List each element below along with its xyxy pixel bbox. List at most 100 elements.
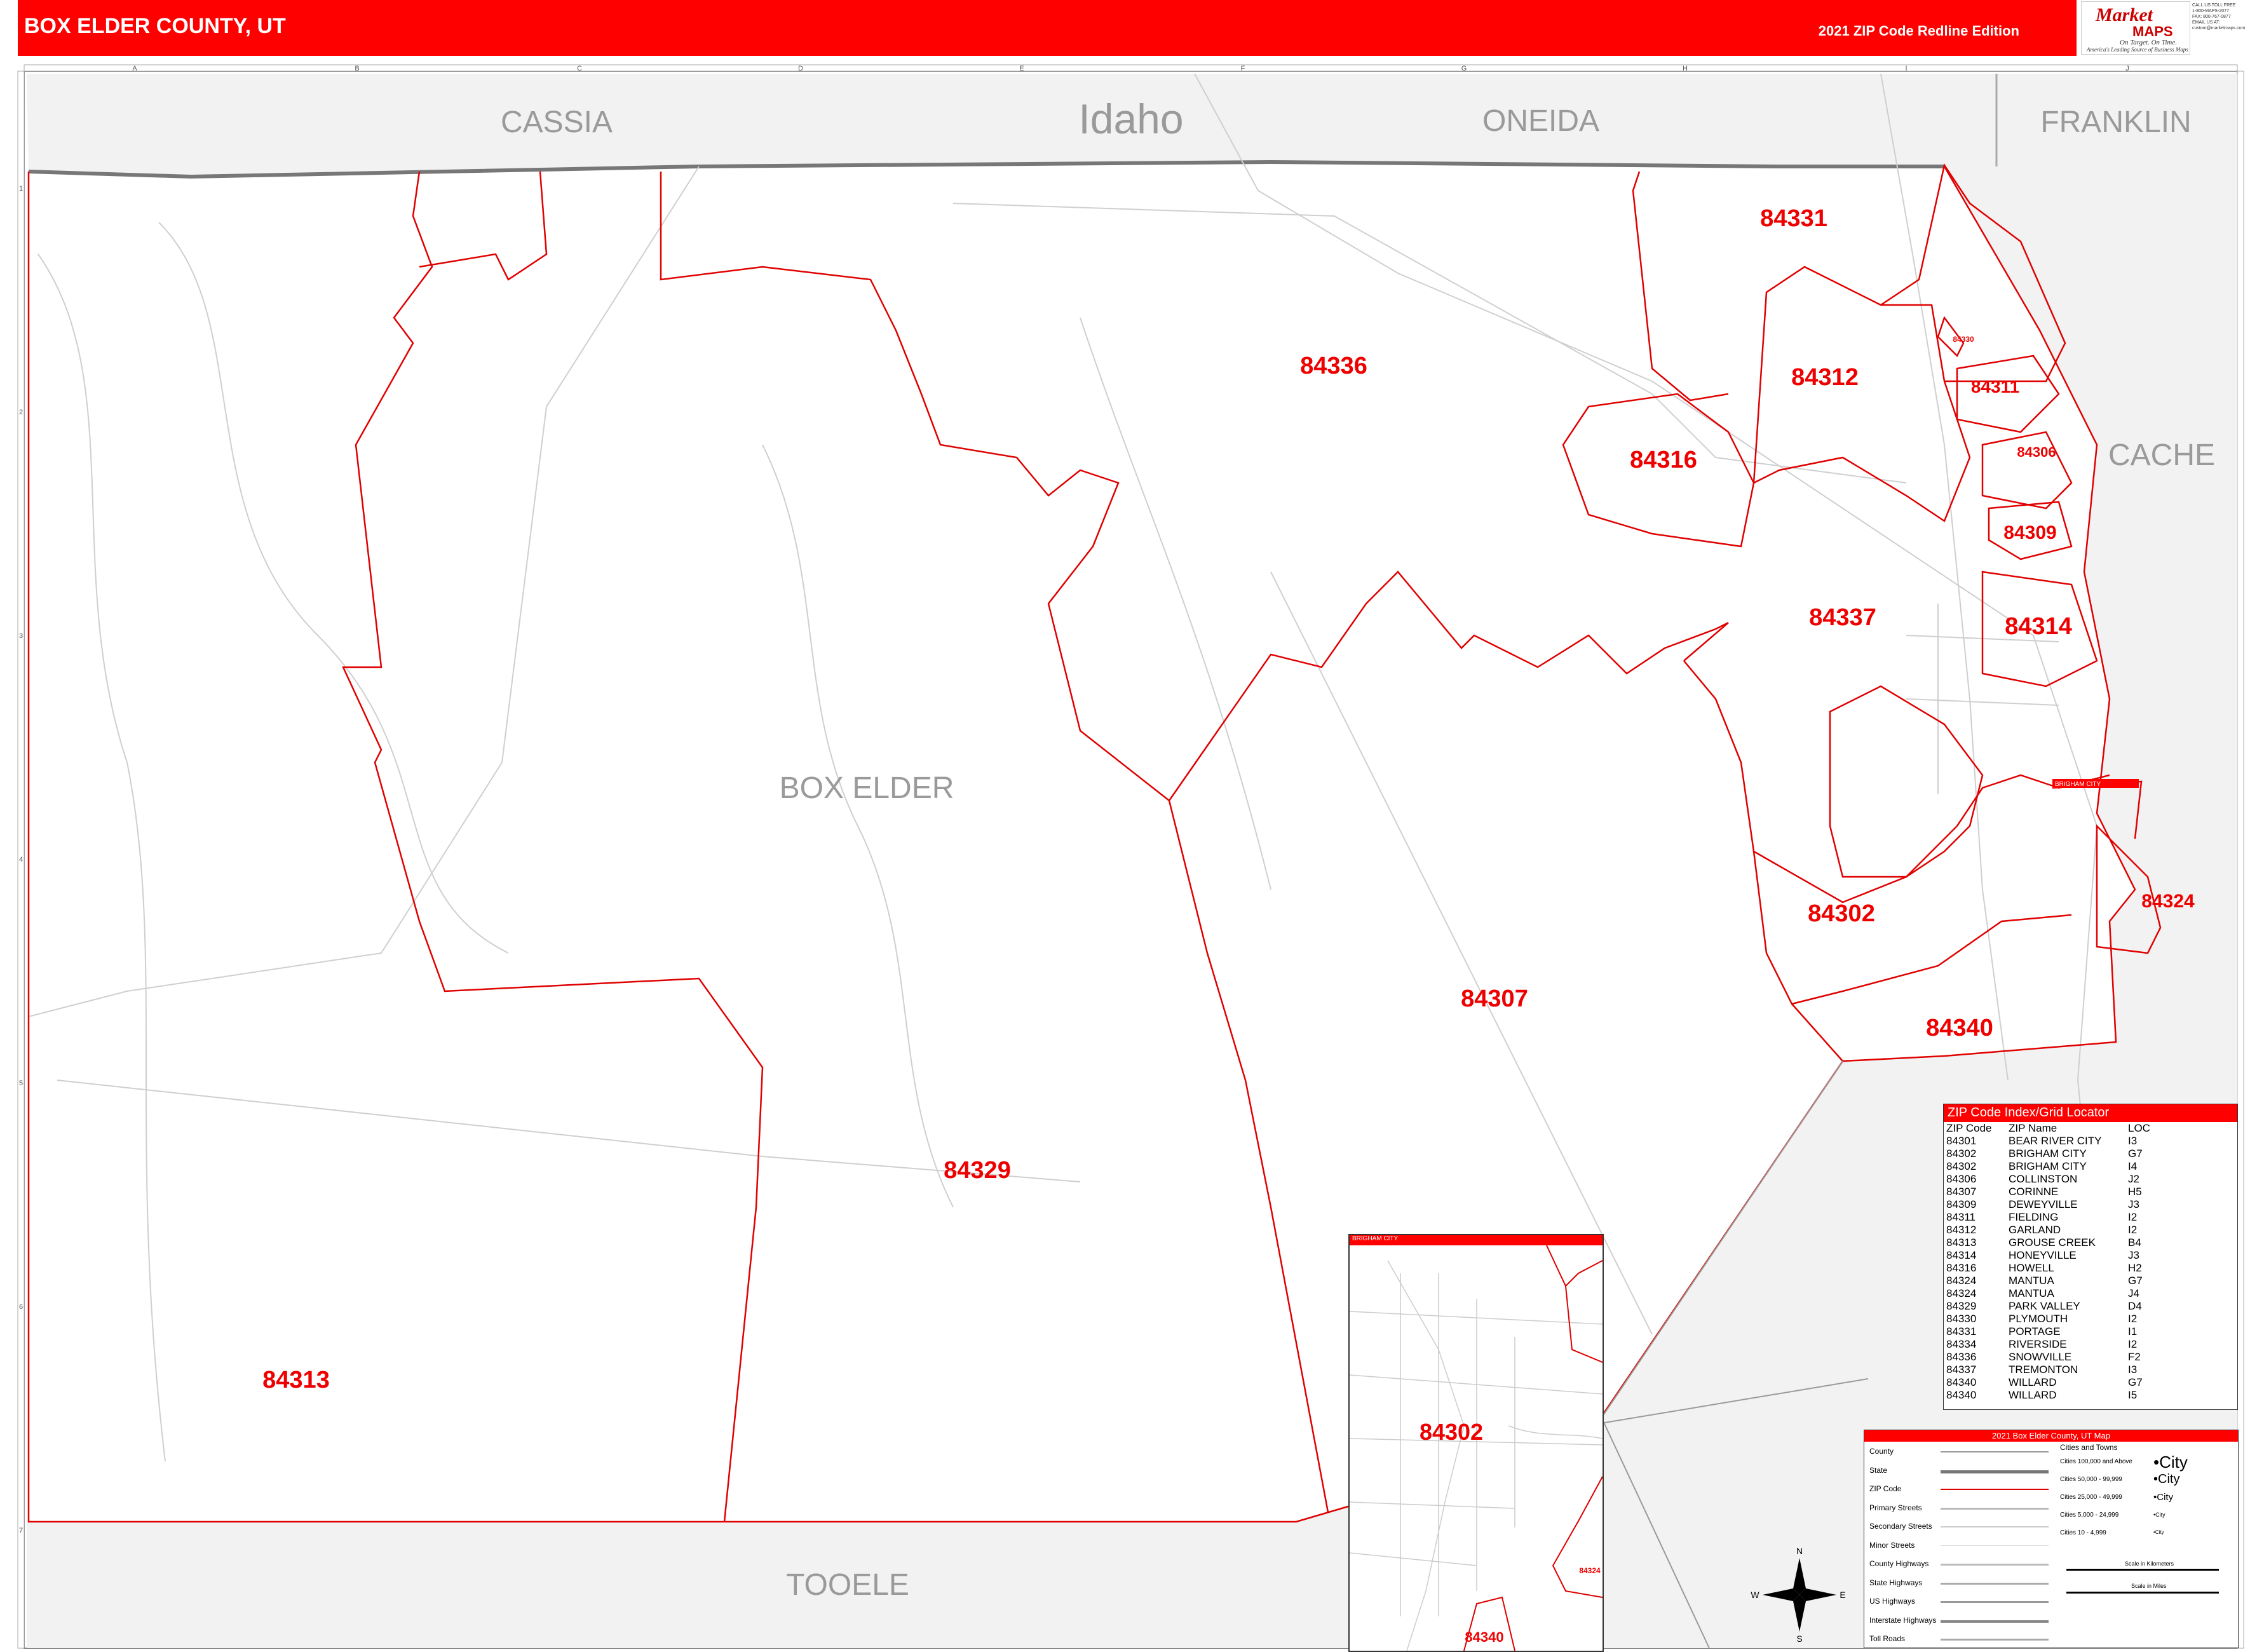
region-oneida: ONEIDA xyxy=(1482,104,1599,138)
index-row: 84311 FIELDING I2 xyxy=(1946,1211,2155,1224)
index-loc: I2 xyxy=(2128,1211,2138,1223)
index-row: 84331 PORTAGE I1 xyxy=(1946,1325,2155,1338)
legend-city-sample: •City xyxy=(2153,1529,2164,1535)
legend-city-sample: •City xyxy=(2153,1452,2188,1472)
index-name: BRIGHAM CITY xyxy=(2009,1148,2087,1160)
index-row: 84340 WILLARD G7 xyxy=(1946,1376,2155,1389)
index-row: 84306 COLLINSTON J2 xyxy=(1946,1173,2155,1186)
legend-swatch xyxy=(1941,1451,2049,1452)
index-zip: 84340 xyxy=(1946,1389,1977,1401)
legend-item-label: Interstate Highways xyxy=(1869,1615,1937,1625)
zip-label-84314: 84314 xyxy=(2005,613,2072,640)
index-loc: D4 xyxy=(2128,1300,2142,1312)
index-zip: 84329 xyxy=(1946,1300,1977,1312)
inset-zip-boundaries xyxy=(1463,1245,1603,1651)
tooele-area xyxy=(27,1506,1350,1648)
legend-item-label: Minor Streets xyxy=(1869,1540,1915,1550)
legend-swatch xyxy=(1941,1489,2049,1490)
legend-item-label: State Highways xyxy=(1869,1578,1923,1587)
zip-label-84313: 84313 xyxy=(262,1367,330,1393)
index-name: HOWELL xyxy=(2009,1262,2054,1274)
index-row: 84334 RIVERSIDE I2 xyxy=(1946,1338,2155,1351)
index-name: BRIGHAM CITY xyxy=(2009,1160,2087,1172)
index-row: 84324 MANTUA J4 xyxy=(1946,1287,2155,1300)
grid-col-label: H xyxy=(1683,65,1688,72)
index-zip: 84306 xyxy=(1946,1173,1977,1185)
zip-label-84331: 84331 xyxy=(1760,205,1827,232)
grid-col-label: C xyxy=(577,65,582,72)
compass-e: E xyxy=(1840,1590,1845,1600)
index-row: 84309 DEWEYVILLE J3 xyxy=(1946,1198,2155,1211)
inset-roads xyxy=(1350,1260,1603,1651)
zip-label-84337: 84337 xyxy=(1809,604,1876,631)
index-name: TREMONTON xyxy=(2009,1364,2078,1376)
legend-cities-title: Cities and Towns xyxy=(2060,1443,2118,1452)
index-header: LOC xyxy=(2128,1122,2150,1134)
index-name: WILLARD xyxy=(2009,1376,2057,1388)
legend-city-sample: •City xyxy=(2153,1511,2165,1518)
legend-swatch xyxy=(1941,1620,2049,1623)
index-zip: 84302 xyxy=(1946,1160,1977,1172)
index-zip: 84324 xyxy=(1946,1287,1977,1299)
zip-label-84309: 84309 xyxy=(2003,522,2056,543)
index-loc: I2 xyxy=(2128,1338,2138,1350)
legend-swatch xyxy=(1941,1470,2049,1473)
index-loc: H2 xyxy=(2128,1262,2142,1274)
brigham-city-inset: BRIGHAM CITY 84302 84340 84324 xyxy=(1348,1234,1604,1652)
index-name: CORINNE xyxy=(2009,1186,2059,1198)
legend-item-label: US Highways xyxy=(1869,1597,1916,1606)
inset-zip-84324: 84324 xyxy=(1579,1566,1601,1575)
index-name: PARK VALLEY xyxy=(2009,1300,2080,1312)
map-legend: 2021 Box Elder County, UT Map County Stat… xyxy=(1864,1430,2239,1648)
index-name: PLYMOUTH xyxy=(2009,1313,2068,1325)
legend-city-size: Cities 5,000 - 24,999 xyxy=(2060,1512,2119,1519)
zip-label-84311: 84311 xyxy=(1971,377,2019,396)
grid-row-label: 7 xyxy=(19,1527,23,1534)
legend-item-label: Secondary Streets xyxy=(1869,1522,1932,1531)
legend-item-label: County Highways xyxy=(1869,1559,1929,1568)
index-loc: I1 xyxy=(2128,1325,2138,1337)
region-cassia: CASSIA xyxy=(501,105,613,139)
inset-road xyxy=(1387,1260,1465,1651)
legend-city-sample: •City xyxy=(2153,1491,2174,1503)
index-header: ZIP Code xyxy=(1946,1122,1992,1134)
index-loc: I3 xyxy=(2128,1135,2138,1147)
legend-item-label: State xyxy=(1869,1465,1888,1475)
index-zip: 84324 xyxy=(1946,1275,1977,1287)
legend-item-label: Toll Roads xyxy=(1869,1634,1906,1643)
region-tooele: TOOELE xyxy=(786,1568,909,1602)
index-loc: I5 xyxy=(2128,1389,2138,1401)
legend-item-label: ZIP Code xyxy=(1869,1484,1902,1493)
index-zip: 84311 xyxy=(1946,1211,1976,1223)
index-row: 84302 BRIGHAM CITY I4 xyxy=(1946,1160,2155,1173)
zip-label-84330: 84330 xyxy=(1953,335,1974,344)
legend-swatch xyxy=(1941,1507,2049,1510)
legend-city-size: Cities 100,000 and Above xyxy=(2060,1458,2132,1465)
index-row: 84301 BEAR RIVER CITY I3 xyxy=(1946,1135,2155,1148)
index-loc: J2 xyxy=(2128,1173,2139,1185)
index-zip: 84340 xyxy=(1946,1376,1977,1388)
index-zip: 84313 xyxy=(1946,1236,1977,1249)
legend-swatch xyxy=(1941,1582,2049,1585)
index-row: 84314 HONEYVILLE J3 xyxy=(1946,1249,2155,1262)
brigham-city-callout-label: BRIGHAM CITY xyxy=(2055,781,2101,788)
index-name: BEAR RIVER CITY xyxy=(2009,1135,2102,1147)
index-loc: I2 xyxy=(2128,1313,2138,1325)
index-zip: 84309 xyxy=(1946,1198,1977,1210)
grid-col-label: A xyxy=(132,65,137,72)
index-row: 84337 TREMONTON I3 xyxy=(1946,1364,2155,1376)
scale-km-label: Scale in Kilometers xyxy=(2125,1561,2174,1567)
index-name: MANTUA xyxy=(2009,1287,2054,1299)
index-loc: J3 xyxy=(2128,1249,2139,1261)
zip-label-84302: 84302 xyxy=(1808,900,1875,927)
legend-item-label: County xyxy=(1869,1447,1894,1456)
legend-item-label: Primary Streets xyxy=(1869,1503,1922,1512)
region-cache: CACHE xyxy=(2108,438,2215,472)
inset-zip-84340: 84340 xyxy=(1465,1629,1503,1645)
index-row: 84313 GROUSE CREEK B4 xyxy=(1946,1236,2155,1249)
index-zip: 84301 xyxy=(1946,1135,1977,1147)
zip-label-84329: 84329 xyxy=(944,1157,1011,1184)
grid-col-label: D xyxy=(798,65,803,72)
region-box-elder: BOX ELDER xyxy=(780,771,954,805)
index-row: 84312 GARLAND I2 xyxy=(1946,1224,2155,1236)
